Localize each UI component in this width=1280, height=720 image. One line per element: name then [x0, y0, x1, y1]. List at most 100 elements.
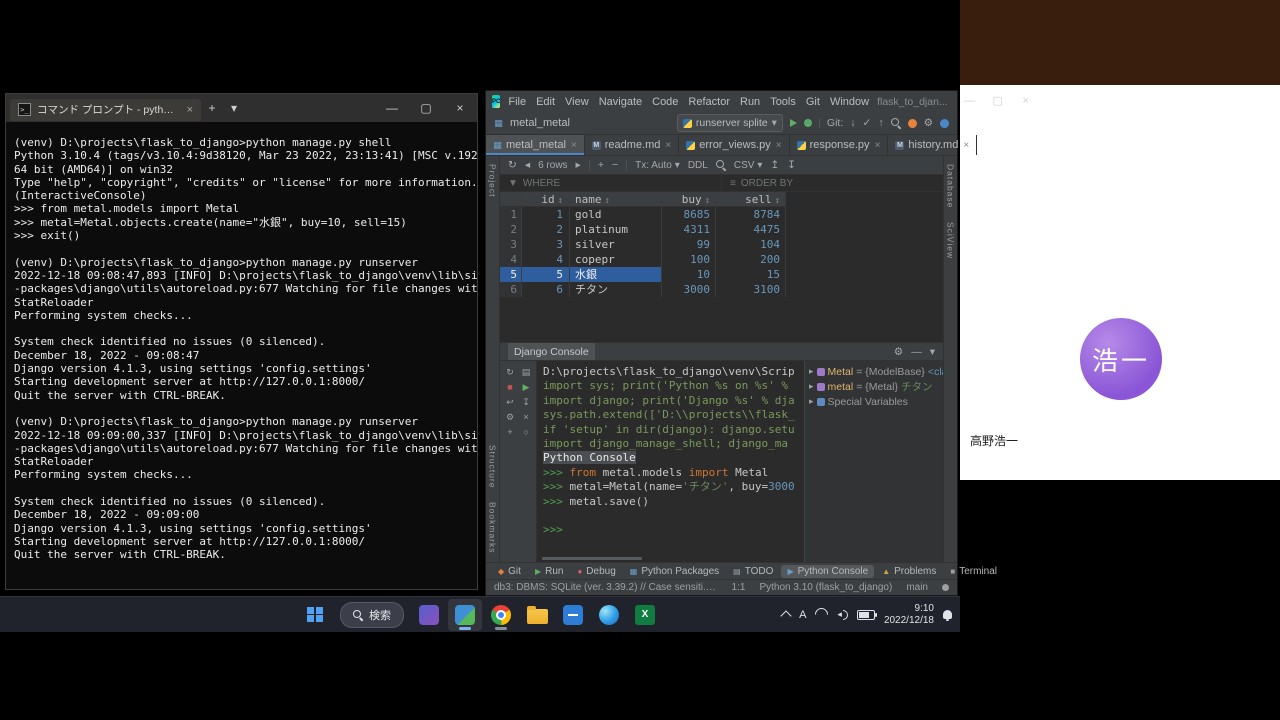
plugin-icon[interactable] [908, 119, 917, 128]
notifications-icon[interactable] [942, 584, 949, 591]
terminal-titlebar[interactable]: >_ コマンド プロンプト - python man × + ▾ — ▢ × [6, 94, 477, 122]
toolwindow-run[interactable]: ▶Run [529, 565, 570, 578]
taskbar-mail-icon[interactable] [412, 599, 446, 631]
previous-page-icon[interactable]: ◂ [525, 159, 530, 171]
console-options-gear-icon[interactable]: ⚙ [894, 346, 903, 358]
table-row[interactable]: 66チタン30003100 [500, 282, 943, 297]
variable-row[interactable]: ▸metal = {Metal} チタン [805, 379, 943, 394]
interpreter-selector[interactable]: Python 3.10 (flask_to_django) [759, 582, 892, 593]
maximize-button[interactable]: ▢ [984, 91, 1012, 112]
minimize-toolwindow-icon[interactable]: — [911, 346, 922, 358]
tab-list-icon[interactable]: ▾ [223, 101, 245, 115]
cell-buy[interactable]: 3000 [662, 282, 716, 297]
taskbar-search[interactable]: 検索 [340, 602, 404, 628]
close-button[interactable]: × [443, 94, 477, 122]
menu-git[interactable]: Git [806, 96, 820, 108]
stripe-database[interactable]: Database [946, 164, 956, 208]
toolwindow-python-console[interactable]: ▶Python Console [781, 565, 874, 578]
console-menu-icon[interactable]: ▤ [519, 366, 533, 379]
where-filter-input[interactable]: ▼ WHERE [500, 175, 722, 191]
maximize-button[interactable]: ▢ [409, 94, 443, 122]
table-row[interactable]: 44copepr100200 [500, 252, 943, 267]
menu-tools[interactable]: Tools [770, 96, 796, 108]
menu-run[interactable]: Run [740, 96, 760, 108]
csv-format-dropdown[interactable]: CSV ▾ [734, 160, 763, 171]
console-toolwindow-header[interactable]: Django Console ⚙ — ▾ [500, 342, 943, 361]
cell-sell[interactable]: 3100 [716, 282, 786, 297]
ime-indicator[interactable]: A [799, 609, 806, 621]
git-commit-icon[interactable]: ✓ [863, 117, 872, 129]
cell-sell[interactable]: 8784 [716, 207, 786, 222]
editor-tab-response.py[interactable]: response.py× [790, 135, 889, 155]
git-update-icon[interactable]: ↓ [850, 117, 855, 129]
cell-buy[interactable]: 99 [662, 237, 716, 252]
delete-row-icon[interactable]: − [612, 159, 618, 171]
editor-tab-readme.md[interactable]: Mreadme.md× [585, 135, 679, 155]
cell-buy[interactable]: 4311 [662, 222, 716, 237]
git-push-icon[interactable]: ↑ [878, 117, 883, 129]
close-tab-icon[interactable]: × [875, 140, 881, 151]
taskbar-folder-icon[interactable] [520, 599, 554, 631]
profile-avatar[interactable] [940, 119, 949, 128]
cell-sell[interactable]: 200 [716, 252, 786, 267]
taskbar-edge-icon[interactable] [592, 599, 626, 631]
close-tab-icon[interactable]: × [665, 140, 671, 151]
terminal-output[interactable]: (venv) D:\projects\flask_to_django>pytho… [6, 122, 477, 562]
settings-gear-icon[interactable]: ⚙ [924, 117, 933, 129]
editor-tab-error_views.py[interactable]: error_views.py× [679, 135, 789, 155]
cell-id[interactable]: 6 [522, 282, 570, 297]
pycharm-titlebar[interactable]: PC FileEditViewNavigateCodeRefactorRunTo… [486, 91, 957, 112]
taskbar-photos-icon[interactable] [448, 599, 482, 631]
orderby-filter-input[interactable]: ≡ ORDER BY [722, 175, 943, 191]
close-tab-icon[interactable]: × [187, 104, 193, 116]
debug-button[interactable] [804, 119, 812, 127]
rerun-icon[interactable]: ↻ [503, 366, 517, 379]
column-header-buy[interactable]: buy↕ [662, 192, 716, 207]
toolwindow-terminal[interactable]: ■Terminal [944, 565, 1003, 578]
export-icon[interactable]: ↥ [770, 159, 779, 171]
table-row[interactable]: 33silver99104 [500, 237, 943, 252]
cell-sell[interactable]: 104 [716, 237, 786, 252]
minimize-button[interactable]: — [956, 91, 984, 112]
volume-icon[interactable]: ◂ [837, 609, 848, 620]
clear-icon[interactable]: × [519, 411, 533, 424]
editor-tab-history.md[interactable]: Mhistory.md× [888, 135, 977, 155]
import-icon[interactable]: ↧ [787, 159, 796, 171]
cell-name[interactable]: 水銀 [570, 267, 662, 282]
menu-window[interactable]: Window [830, 96, 869, 108]
tx-mode-dropdown[interactable]: Tx: Auto ▾ [635, 160, 680, 171]
cell-name[interactable]: gold [570, 207, 662, 222]
nav-bar-item[interactable]: metal_metal [510, 117, 570, 129]
clock[interactable]: 9:10 2022/12/18 [884, 603, 934, 627]
menu-code[interactable]: Code [652, 96, 678, 108]
toolwindow-problems[interactable]: ▲Problems [876, 565, 942, 578]
close-tab-icon[interactable]: × [776, 140, 782, 151]
cell-name[interactable]: copepr [570, 252, 662, 267]
history-icon[interactable]: ○ [519, 426, 533, 439]
scroll-to-end-icon[interactable]: ↧ [519, 396, 533, 409]
cell-id[interactable]: 5 [522, 267, 570, 282]
cell-name[interactable]: platinum [570, 222, 662, 237]
table-row[interactable]: 11gold86858784 [500, 207, 943, 222]
cell-sell[interactable]: 15 [716, 267, 786, 282]
chevron-right-icon[interactable]: ▸ [809, 381, 814, 392]
menu-view[interactable]: View [565, 96, 589, 108]
toolwindow-git[interactable]: ◆Git [492, 565, 527, 578]
rows-info[interactable]: 6 rows [538, 160, 567, 171]
cell-id[interactable]: 1 [522, 207, 570, 222]
console-settings-icon[interactable]: ⚙ [503, 411, 517, 424]
cell-id[interactable]: 4 [522, 252, 570, 267]
column-header-sell[interactable]: sell↕ [716, 192, 786, 207]
refresh-icon[interactable]: ↻ [508, 159, 517, 171]
wifi-icon[interactable] [813, 605, 831, 623]
cell-id[interactable]: 3 [522, 237, 570, 252]
run-config-dropdown[interactable]: runserver splite ▾ [677, 114, 783, 132]
toolwindow-todo[interactable]: ▤TODO [727, 565, 779, 578]
ddl-button[interactable]: DDL [688, 160, 708, 171]
resume-icon[interactable]: ▶ [519, 381, 533, 394]
chevron-right-icon[interactable]: ▸ [809, 366, 814, 377]
stripe-bookmarks[interactable]: Bookmarks [488, 502, 498, 554]
add-row-icon[interactable]: + [598, 159, 604, 171]
cell-name[interactable]: silver [570, 237, 662, 252]
cell-buy[interactable]: 8685 [662, 207, 716, 222]
